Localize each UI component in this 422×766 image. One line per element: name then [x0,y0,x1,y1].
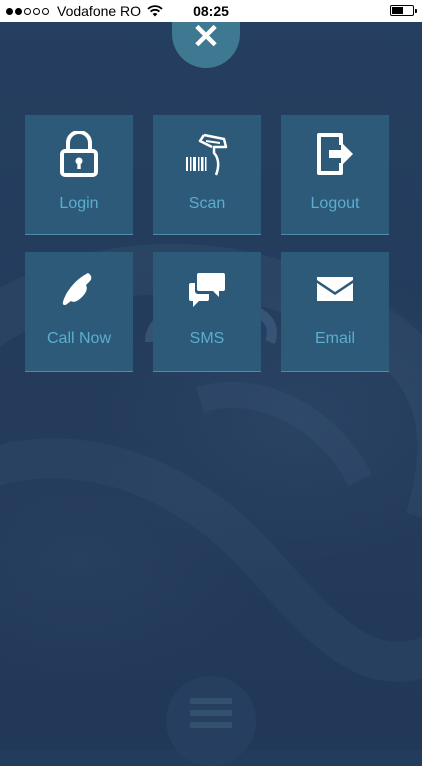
logout-tile[interactable]: Logout [281,115,389,235]
signal-dot [33,7,40,15]
chat-bubbles-icon [153,266,261,312]
wifi-icon [147,5,163,17]
carrier-name: Vodafone RO [57,3,142,19]
battery-fill [392,7,403,14]
sms-tile[interactable]: SMS [153,252,261,372]
signal-dot [15,7,22,15]
tile-label: SMS [189,330,225,347]
logout-icon [281,131,389,177]
tile-label: Call Now [46,330,111,347]
signal-dot [6,7,13,15]
lock-icon [25,131,133,177]
signal-dot [42,7,49,15]
call-now-tile[interactable]: Call Now [25,252,133,372]
hamburger-icon [190,698,232,734]
envelope-icon [281,266,389,312]
signal-strength-icon [6,7,51,15]
barcode-scanner-icon [153,131,261,177]
login-tile[interactable]: Login [25,115,133,235]
status-bar: Vodafone RO 08:25 [0,0,422,22]
tile-label: Logout [310,195,360,212]
tile-label: Email [314,330,355,347]
signal-dot [24,7,31,15]
tile-label: Scan [188,195,226,212]
email-tile[interactable]: Email [281,252,389,372]
tile-label: Login [59,195,99,212]
close-icon: ✕ [191,18,221,56]
phone-icon [25,266,133,312]
battery-icon [390,5,417,16]
menu-button[interactable] [166,676,256,766]
scan-tile[interactable]: Scan [153,115,261,235]
